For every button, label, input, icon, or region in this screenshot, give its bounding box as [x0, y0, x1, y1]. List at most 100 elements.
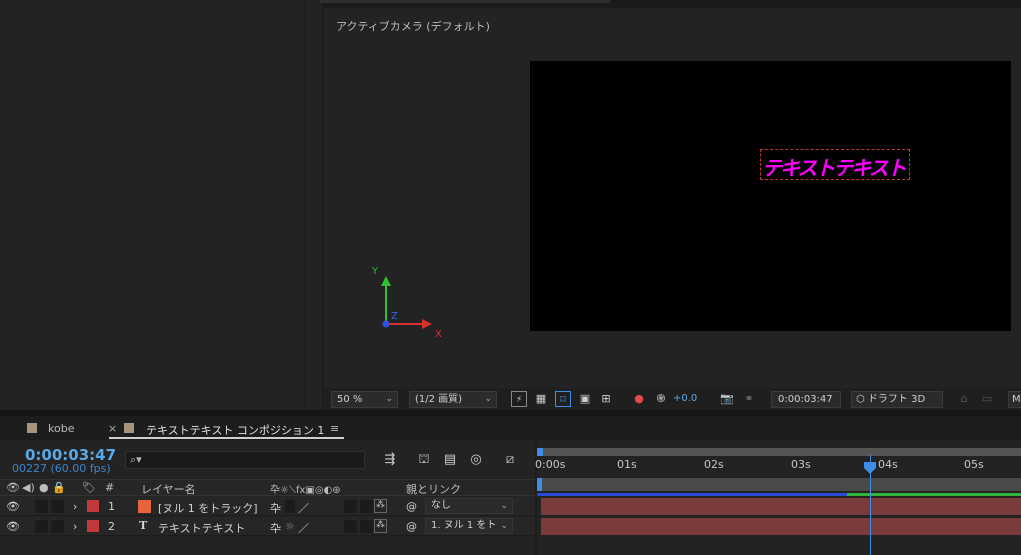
panel-gutter	[306, 0, 322, 410]
visibility-eye-icon[interactable]: 👁	[6, 520, 20, 533]
tab-color-swatch	[124, 423, 134, 433]
render-progress-green	[847, 493, 1021, 496]
layer-1-duration-bar[interactable]	[541, 498, 1021, 515]
viewer-timecode[interactable]: 0:00:03:47	[771, 391, 841, 408]
adjustment-switch[interactable]	[344, 520, 357, 533]
layer-number: 1	[108, 500, 115, 513]
3d-axis-gizmo: Y Z X	[372, 266, 442, 340]
graph-editor-icon[interactable]: ⧄	[501, 451, 519, 469]
quality-switch-icon[interactable]: ／	[298, 500, 309, 516]
chevron-down-icon: ⌄	[500, 501, 508, 511]
comp-mini-flowchart-icon[interactable]: ⇶	[381, 451, 399, 469]
active-tab-underline	[109, 437, 344, 439]
axis-y-label: Y	[372, 266, 379, 277]
show-snapshot-icon[interactable]: ⚭	[741, 391, 757, 407]
layer-name[interactable]: [ヌル 1 をトラック]	[158, 500, 258, 516]
time-navigator-bar[interactable]	[537, 448, 1021, 456]
pickwhip-icon[interactable]: @	[406, 520, 417, 533]
tab-color-swatch	[27, 423, 37, 433]
label-tag-icon[interactable]: 🏷	[82, 481, 96, 494]
ruler-tick: 02s	[704, 458, 724, 471]
cube-icon: ⬡	[856, 394, 865, 405]
null-layer-swatch	[138, 500, 151, 513]
composition-canvas[interactable]	[530, 61, 1011, 331]
layer-name-header[interactable]: レイヤー名	[141, 481, 196, 497]
frame-count: 00227 (60.00 fps)	[12, 462, 111, 475]
eye-icon[interactable]: 👁	[6, 481, 20, 494]
viewer-overflow-menu[interactable]: M	[1008, 391, 1021, 408]
panel-menu-icon[interactable]: ≡	[330, 422, 339, 435]
search-icon: ⌕▾	[130, 453, 142, 466]
3d-ground-plane-icon[interactable]: ⌂	[956, 391, 972, 407]
quality-switch-icon[interactable]: ／	[298, 520, 309, 536]
solo-toggle[interactable]	[35, 520, 48, 533]
collapse-transform-icon[interactable]: ☼	[285, 520, 295, 533]
exposure-value[interactable]: +0.0	[673, 391, 697, 407]
layer-label-color[interactable]	[87, 520, 99, 532]
extended-viewer-icon[interactable]: ▭	[979, 391, 995, 407]
shy-switch-icon[interactable]: 卆	[270, 500, 281, 516]
axis-x-label: X	[435, 329, 442, 340]
zoom-dropdown[interactable]: 50 % ⌄	[331, 391, 398, 408]
parent-value: なし	[431, 500, 451, 511]
work-area-start-handle[interactable]	[537, 478, 542, 491]
expand-chevron-icon[interactable]: ›	[73, 500, 77, 513]
parent-dropdown[interactable]: なし ⌄	[425, 498, 513, 514]
audio-icon[interactable]: ◀)	[22, 481, 35, 494]
layer-number-header: #	[105, 481, 115, 494]
axis-z-label: Z	[391, 311, 398, 322]
text-layer-preview[interactable]: テキストテキスト	[760, 149, 910, 180]
lock-toggle[interactable]	[51, 520, 64, 533]
ruler-tick: 0:00s	[535, 458, 566, 471]
motion-blur-switch[interactable]	[360, 520, 373, 533]
layer-2-duration-bar[interactable]	[541, 518, 1021, 535]
tab-kobe[interactable]: kobe	[48, 422, 74, 435]
shy-switch-icon[interactable]: 卆	[270, 520, 281, 536]
adjustment-switch[interactable]	[344, 500, 357, 513]
switches-header-icons: 卆☼⟍fx▣◎◐⊛	[270, 485, 341, 496]
expand-chevron-icon[interactable]: ›	[73, 520, 77, 533]
frame-blending-icon[interactable]: ▤	[441, 451, 459, 469]
layer-number: 2	[108, 520, 115, 533]
resolution-dropdown[interactable]: (1/2 画質) ⌄	[409, 391, 497, 408]
text-layer-icon: T	[139, 519, 148, 532]
visibility-eye-icon[interactable]: 👁	[6, 500, 20, 513]
ruler-tick: 03s	[791, 458, 811, 471]
close-icon[interactable]: ×	[108, 422, 117, 435]
text-layer-bounding-box	[760, 149, 910, 180]
pickwhip-icon[interactable]: @	[406, 500, 417, 513]
fast-preview-icon[interactable]: ⚡	[511, 391, 527, 407]
solo-icon[interactable]: ●	[39, 481, 49, 494]
3d-layer-switch-icon[interactable]: ⁂	[374, 499, 387, 513]
layer-label-color[interactable]	[87, 500, 99, 512]
parent-value: 1. ヌル 1 をト	[431, 520, 497, 531]
ruler-tick: 04s	[878, 458, 898, 471]
channel-rgb-icon[interactable]: ●	[631, 391, 647, 407]
mask-visibility-icon[interactable]: ⌑	[555, 391, 571, 407]
layer-name[interactable]: テキストテキスト	[158, 520, 245, 536]
solo-toggle[interactable]	[35, 500, 48, 513]
draft-3d-icon[interactable]: ⛫	[415, 451, 433, 469]
parent-dropdown[interactable]: 1. ヌル 1 をト ⌄	[425, 518, 513, 534]
transparency-grid-icon[interactable]: ▦	[533, 391, 549, 407]
lock-icon[interactable]: 🔒	[52, 481, 66, 494]
chevron-down-icon: ⌄	[484, 394, 492, 404]
motion-blur-icon[interactable]: ◎	[467, 451, 485, 469]
snapshot-camera-icon[interactable]: 📷	[719, 391, 735, 407]
chevron-down-icon: ⌄	[500, 521, 508, 531]
resolution-value: (1/2 画質)	[415, 394, 463, 405]
tab-comp-1[interactable]: テキストテキスト コンポジション 1	[146, 422, 324, 438]
collapse-switch[interactable]	[285, 500, 295, 513]
lock-toggle[interactable]	[51, 500, 64, 513]
reset-exposure-icon[interactable]: ֍	[653, 391, 669, 407]
current-time-indicator-head[interactable]	[864, 462, 876, 474]
draft-3d-toggle[interactable]: ⬡ ドラフト 3D	[851, 391, 943, 408]
motion-blur-switch[interactable]	[360, 500, 373, 513]
time-navigator-start-handle[interactable]	[537, 448, 543, 456]
region-of-interest-icon[interactable]: ▣	[577, 391, 593, 407]
active-camera-label: アクティブカメラ (デフォルト)	[336, 20, 490, 33]
layer-search-input[interactable]: ⌕▾	[125, 451, 365, 469]
work-area-bar[interactable]	[537, 478, 1021, 491]
grid-guides-icon[interactable]: ⊞	[598, 391, 614, 407]
3d-layer-switch-icon[interactable]: ⁂	[374, 519, 387, 533]
